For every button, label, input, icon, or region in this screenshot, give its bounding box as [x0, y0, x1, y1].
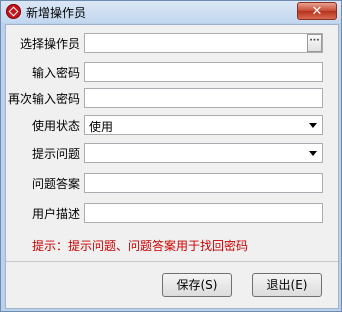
close-button[interactable]: ✕: [297, 2, 337, 20]
status-select-value: 使用: [89, 120, 114, 134]
status-label: 使用状态: [31, 119, 80, 133]
chevron-down-icon[interactable]: [309, 123, 317, 128]
question-label: 提示问题: [31, 147, 80, 161]
description-field[interactable]: [84, 203, 323, 223]
exit-button[interactable]: 退出(E): [252, 273, 322, 297]
footer-divider: [6, 261, 338, 262]
dialog-window: 新增操作员 ✕ 选择操作员 ··· 输入密码 再次输入密码 使用状态 使用 提示…: [0, 0, 342, 312]
description-label: 用户描述: [31, 207, 80, 221]
dialog-body: 选择操作员 ··· 输入密码 再次输入密码 使用状态 使用 提示问题 问题答案 …: [5, 24, 339, 309]
title-bar[interactable]: 新增操作员 ✕: [1, 1, 341, 23]
operator-field[interactable]: [84, 33, 323, 53]
question-select[interactable]: [84, 143, 323, 163]
operator-browse-button[interactable]: ···: [307, 34, 322, 52]
password-field[interactable]: [84, 62, 323, 82]
answer-field[interactable]: [84, 173, 323, 193]
chevron-down-icon[interactable]: [309, 151, 317, 156]
status-select[interactable]: 使用: [84, 115, 323, 135]
hint-text: 提示：提示问题、问题答案用于找回密码: [32, 239, 249, 253]
window-title: 新增操作员: [26, 6, 87, 20]
save-button[interactable]: 保存(S): [162, 273, 232, 297]
operator-label: 选择操作员: [19, 37, 80, 51]
password-confirm-field[interactable]: [84, 88, 323, 108]
answer-label: 问题答案: [31, 177, 80, 191]
password-label: 输入密码: [31, 66, 80, 80]
password-confirm-label: 再次输入密码: [7, 92, 80, 106]
app-logo-icon: [6, 4, 21, 19]
